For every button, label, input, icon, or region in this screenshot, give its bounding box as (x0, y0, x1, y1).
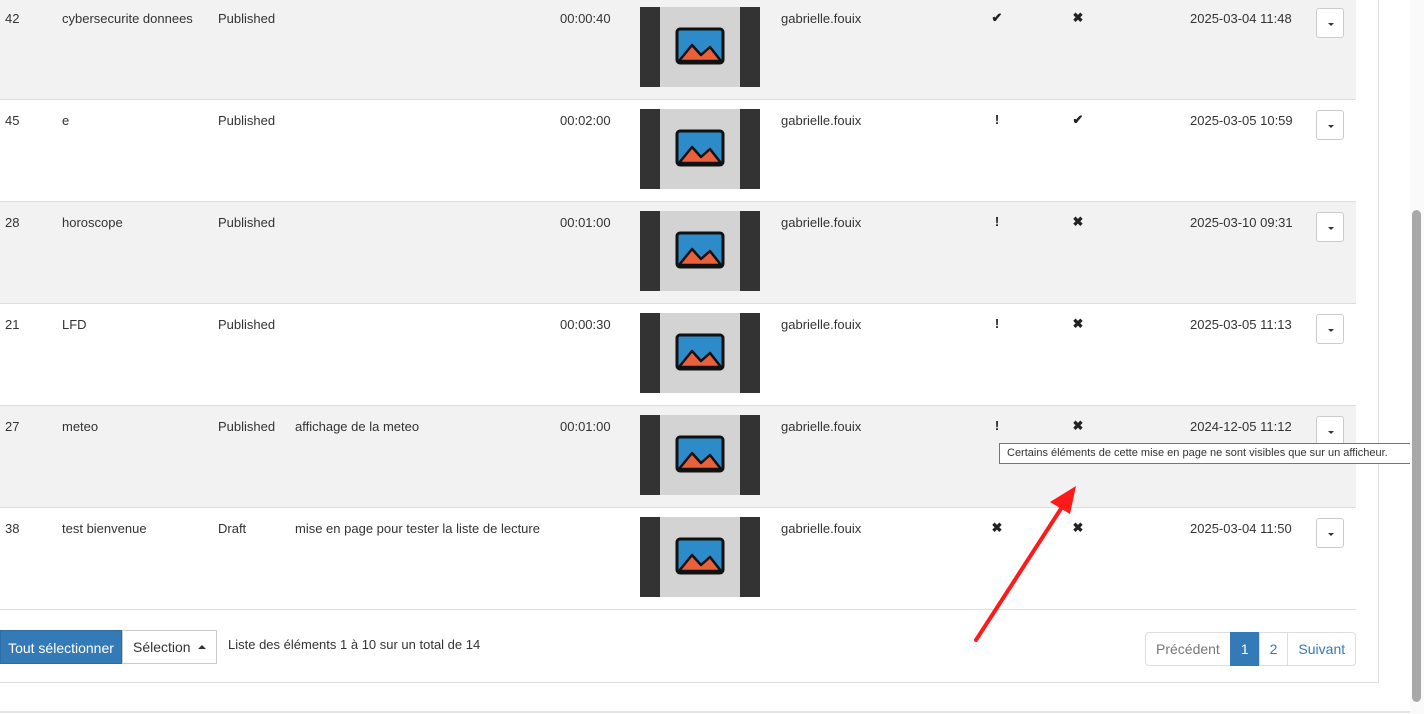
status-flag-icon: ✔ (1072, 112, 1084, 127)
row-name[interactable]: horoscope (62, 215, 123, 230)
row-id: 45 (5, 113, 20, 128)
row-owner: gabrielle.fouix (781, 521, 862, 536)
row-duration: 00:02:00 (560, 113, 611, 128)
tooltip: Certains éléments de cette mise en page … (999, 443, 1420, 464)
pagination-page-2[interactable]: 2 (1258, 632, 1289, 666)
scrollbar-thumb[interactable] (1412, 210, 1421, 702)
page-bottom-divider (0, 711, 1410, 713)
row-modified-date: 2025-03-04 11:48 (1190, 11, 1292, 26)
row-modified-date: 2024-12-05 11:12 (1190, 419, 1292, 434)
caret-down-icon (1328, 533, 1334, 536)
caret-down-icon (1328, 227, 1334, 230)
row-status: Published (218, 11, 276, 26)
pagination: Précédent 1 2 Suivant (1145, 632, 1357, 666)
image-placeholder-icon (675, 333, 725, 371)
layout-thumbnail[interactable] (640, 109, 760, 189)
row-status: Draft (218, 521, 247, 536)
image-placeholder-icon (675, 435, 725, 473)
row-name[interactable]: e (62, 113, 69, 128)
status-flag-icon: ✖ (1072, 418, 1084, 433)
table-row[interactable]: 21 LFD Published 00:00:30 gabrielle.fouix! ✖ 2… (0, 304, 1356, 406)
selection-dropdown-button[interactable]: Sélection (122, 630, 217, 664)
row-description: mise en page pour tester la liste de lec… (295, 521, 540, 536)
status-flag-icon: ! (994, 214, 1000, 229)
vertical-scrollbar[interactable] (1410, 0, 1424, 714)
row-id: 27 (5, 419, 20, 434)
table-row[interactable]: 28 horoscope Published 00:01:00 gabrielle.fo… (0, 202, 1356, 304)
layout-thumbnail[interactable] (640, 415, 760, 495)
layout-thumbnail[interactable] (640, 517, 760, 597)
row-status: Published (218, 419, 276, 434)
status-flag-icon: ✔ (991, 10, 1003, 25)
row-actions-dropdown-button[interactable] (1316, 518, 1344, 548)
row-owner: gabrielle.fouix (781, 317, 862, 332)
row-duration: 00:01:00 (560, 419, 611, 434)
status-flag-icon: ✖ (1072, 214, 1084, 229)
row-id: 21 (5, 317, 20, 332)
row-id: 42 (5, 11, 20, 26)
row-name[interactable]: LFD (62, 317, 87, 332)
layout-thumbnail[interactable] (640, 211, 760, 291)
row-modified-date: 2025-03-05 10:59 (1190, 113, 1293, 128)
status-flag-icon: ! (994, 418, 1000, 433)
row-status: Published (218, 215, 276, 230)
layout-thumbnail[interactable] (640, 7, 760, 87)
table-row[interactable]: 45 e Published 00:02:00 gabrielle.fouix! ✔ 202… (0, 100, 1356, 202)
row-owner: gabrielle.fouix (781, 113, 862, 128)
pagination-previous[interactable]: Précédent (1145, 632, 1231, 666)
row-owner: gabrielle.fouix (781, 215, 862, 230)
image-placeholder-icon (675, 537, 725, 575)
row-duration: 00:01:00 (560, 215, 611, 230)
layout-list-panel: 42 cybersecurite donnees Published 00:00:40… (0, 0, 1379, 683)
row-name[interactable]: meteo (62, 419, 98, 434)
caret-down-icon (1328, 125, 1334, 128)
row-status: Published (218, 113, 276, 128)
list-count-info: Liste des éléments 1 à 10 sur un total d… (228, 637, 481, 652)
row-description: affichage de la meteo (295, 419, 420, 434)
row-actions-dropdown-button[interactable] (1316, 8, 1344, 38)
row-id: 38 (5, 521, 20, 536)
status-flag-icon: ✖ (1072, 10, 1084, 25)
row-actions-dropdown-button[interactable] (1316, 416, 1344, 446)
row-name[interactable]: cybersecurite donnees (62, 11, 193, 26)
image-placeholder-icon (675, 27, 725, 65)
row-duration: 00:00:30 (560, 317, 611, 332)
row-modified-date: 2025-03-04 11:50 (1190, 521, 1292, 536)
image-placeholder-icon (675, 129, 725, 167)
row-modified-date: 2025-03-05 11:13 (1190, 317, 1292, 332)
row-status: Published (218, 317, 276, 332)
row-owner: gabrielle.fouix (781, 11, 862, 26)
row-name[interactable]: test bienvenue (62, 521, 147, 536)
caret-up-icon (198, 645, 206, 649)
status-flag-icon: ! (994, 112, 1000, 127)
layout-thumbnail[interactable] (640, 313, 760, 393)
status-flag-icon: ! (994, 316, 1000, 331)
caret-down-icon (1328, 23, 1334, 26)
row-modified-date: 2025-03-10 09:31 (1190, 215, 1293, 230)
table-row[interactable]: 42 cybersecurite donnees Published 00:00:40… (0, 0, 1356, 100)
row-actions-dropdown-button[interactable] (1316, 110, 1344, 140)
status-flag-icon: ✖ (1072, 316, 1084, 331)
row-actions-dropdown-button[interactable] (1316, 212, 1344, 242)
row-duration: 00:00:40 (560, 11, 611, 26)
row-owner: gabrielle.fouix (781, 419, 862, 434)
image-placeholder-icon (675, 231, 725, 269)
annotation-arrow (974, 486, 1076, 642)
pagination-page-1[interactable]: 1 (1229, 632, 1260, 666)
select-all-button[interactable]: Tout sélectionner (0, 630, 122, 664)
caret-down-icon (1328, 329, 1334, 332)
table-row[interactable]: 38 test bienvenue Draft mise en page pour t… (0, 508, 1356, 610)
row-actions-dropdown-button[interactable] (1316, 314, 1344, 344)
selection-label: Sélection (133, 639, 191, 655)
row-id: 28 (5, 215, 20, 230)
caret-down-icon (1328, 431, 1334, 434)
pagination-next[interactable]: Suivant (1287, 632, 1357, 666)
